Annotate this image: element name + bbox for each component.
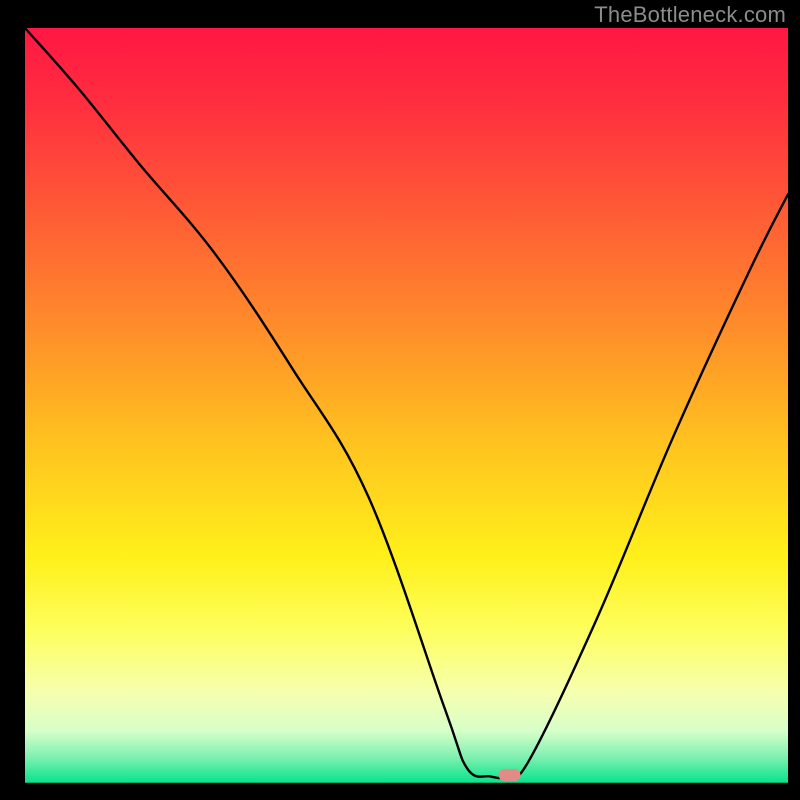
plot-background	[25, 28, 788, 784]
chart-stage: TheBottleneck.com	[0, 0, 800, 800]
bottleneck-chart	[0, 0, 800, 800]
optimal-marker	[499, 769, 521, 781]
